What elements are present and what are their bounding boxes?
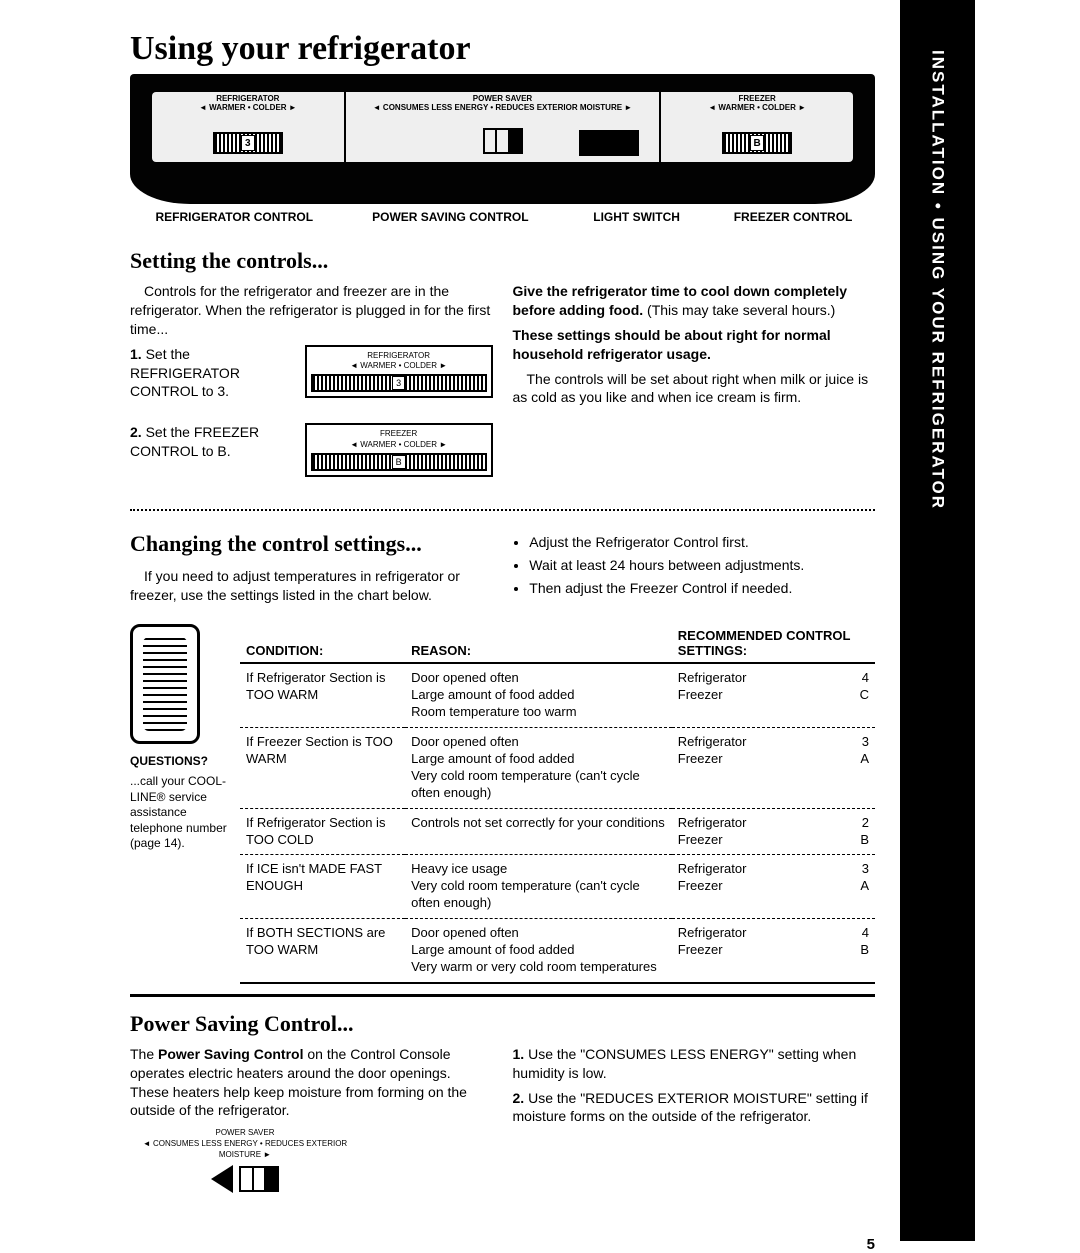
cell-reason: Door opened often Large amount of food a… [405,728,672,809]
page-content: Using your refrigerator REFRIGERATOR ◄ W… [130,30,875,1193]
chart-h-reason: REASON: [405,624,672,663]
cell-recommended: Refrigerator3FreezerA [672,728,875,809]
chart-h-condition: CONDITION: [240,624,405,663]
label-refrigerator-control: REFRIGERATOR CONTROL [130,210,339,224]
side-tab: INSTALLATION • USING YOUR REFRIGERATOR [900,0,975,1241]
power-step2: Use the "REDUCES EXTERIOR MOISTURE" sett… [513,1090,868,1125]
setting-right1-rest: (This may take several hours.) [643,302,835,318]
chart-h-rec: RECOMMENDED CONTROL SETTINGS: [672,624,875,663]
control-console-diagram: REFRIGERATOR ◄ WARMER • COLDER ► 3 POWER… [130,74,875,204]
console-freezer: FREEZER ◄ WARMER • COLDER ► B [661,92,853,162]
questions-text: ...call your COOL-LINE® service assistan… [130,774,227,850]
powersaver-switch [483,128,523,154]
refrigerator-dial-value: 3 [241,135,255,151]
console-powersaver: POWER SAVER ◄ CONSUMES LESS ENERGY • RED… [346,92,662,162]
table-row: If ICE isn't MADE FAST ENOUGHHeavy ice u… [240,855,875,919]
bullet-2: Then adjust the Freezer Control if neede… [529,579,875,598]
table-row: If Refrigerator Section is TOO COLDContr… [240,808,875,855]
label-power-saving-control: POWER SAVING CONTROL [339,210,563,224]
setting-step2: 2. Set the FREEZER CONTROL to B. [130,423,297,461]
setting-right2-bold: These settings should be about right for… [513,327,831,362]
power-saver-switch-icon [239,1166,279,1192]
mini-refrig-diagram: REFRIGERATOR ◄ WARMER • COLDER ► 3 [305,345,493,399]
power-heading: Power Saving Control... [130,1011,875,1037]
cell-recommended: Refrigerator2FreezerB [672,808,875,855]
cell-condition: If Refrigerator Section is TOO COLD [240,808,405,855]
mini-freezer-diagram: FREEZER ◄ WARMER • COLDER ► B [305,423,493,477]
freezer-dial: B [722,132,792,154]
table-row: If Refrigerator Section is TOO WARMDoor … [240,663,875,727]
page-title: Using your refrigerator [130,30,875,68]
settings-chart-table: CONDITION: REASON: RECOMMENDED CONTROL S… [240,624,875,983]
cell-recommended: Refrigerator4FreezerC [672,663,875,727]
power-left-col: The Power Saving Control on the Control … [130,1045,493,1193]
table-row: If Freezer Section is TOO WARMDoor opene… [240,728,875,809]
console-labels-row: REFRIGERATOR CONTROL POWER SAVING CONTRO… [130,210,875,224]
light-switch-icon [579,130,639,156]
frz-range: ◄ WARMER • COLDER ► [708,104,806,113]
changing-intro: If you need to adjust temperatures in re… [130,567,493,605]
power-bold: Power Saving Control [158,1046,303,1062]
cell-reason: Heavy ice usage Very cold room temperatu… [405,855,672,919]
cell-reason: Controls not set correctly for your cond… [405,808,672,855]
changing-heading: Changing the control settings... [130,529,493,559]
cell-recommended: Refrigerator4FreezerB [672,919,875,983]
cell-condition: If BOTH SECTIONS are TOO WARM [240,919,405,983]
power-saver-diagram: POWER SAVER ◄ CONSUMES LESS ENERGY • RED… [130,1128,360,1192]
cell-condition: If ICE isn't MADE FAST ENOUGH [240,855,405,919]
setting-step1: 1. Set the REFRIGERATOR CONTROL to 3. [130,345,297,402]
ps-range: ◄ CONSUMES LESS ENERGY • REDUCES EXTERIO… [373,104,632,113]
questions-heading: QUESTIONS? [130,754,230,770]
cell-reason: Door opened often Large amount of food a… [405,663,672,727]
power-step1: Use the "CONSUMES LESS ENERGY" setting w… [513,1046,857,1081]
cell-recommended: Refrigerator3FreezerA [672,855,875,919]
label-light-switch: LIGHT SWITCH [562,210,711,224]
table-row: If BOTH SECTIONS are TOO WARMDoor opened… [240,919,875,983]
bullet-0: Adjust the Refrigerator Control first. [529,533,875,552]
cell-reason: Door opened often Large amount of food a… [405,919,672,983]
setting-intro: Controls for the refrigerator and freeze… [130,282,493,339]
setting-right-col: Give the refrigerator time to cool down … [513,282,876,499]
bullet-1: Wait at least 24 hours between adjustmen… [529,556,875,575]
cell-condition: If Refrigerator Section is TOO WARM [240,663,405,727]
arrow-left-icon [211,1165,233,1193]
cell-condition: If Freezer Section is TOO WARM [240,728,405,809]
console-refrigerator: REFRIGERATOR ◄ WARMER • COLDER ► 3 [152,92,346,162]
label-freezer-control: FREEZER CONTROL [711,210,875,224]
refrigerator-dial: 3 [213,132,283,154]
thermometer-icon [130,624,200,744]
setting-left-col: Controls for the refrigerator and freeze… [130,282,493,499]
questions-aside: QUESTIONS? ...call your COOL-LINE® servi… [130,624,230,983]
setting-heading: Setting the controls... [130,248,875,274]
side-tab-label: INSTALLATION • USING YOUR REFRIGERATOR [928,50,948,510]
setting-right3: The controls will be set about right whe… [513,370,876,408]
power-right-col: 1. Use the "CONSUMES LESS ENERGY" settin… [513,1045,876,1193]
freezer-dial-value: B [750,135,764,151]
settings-chart: QUESTIONS? ...call your COOL-LINE® servi… [130,624,875,983]
refrig-range: ◄ WARMER • COLDER ► [199,104,297,113]
page-number: 5 [867,1236,875,1253]
changing-bullets: Adjust the Refrigerator Control first. W… [513,533,876,598]
